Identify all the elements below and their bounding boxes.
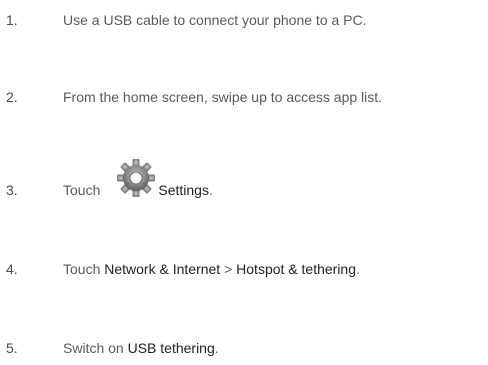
path-separator: > xyxy=(224,261,233,277)
step-text: Touch Network & Internet > Hotspot & tet… xyxy=(63,261,360,277)
step-4: 4. Touch Network & Internet > Hotspot & … xyxy=(0,259,488,279)
step-text: Switch on USB tethering. xyxy=(63,340,219,356)
usb-tethering-label: USB tethering xyxy=(127,340,215,356)
step-text: Touch Settings . xyxy=(63,159,213,210)
step-number: 5. xyxy=(6,340,18,356)
step-suffix: . xyxy=(356,261,360,277)
settings-label: Settings xyxy=(158,182,209,198)
step-prefix: Touch xyxy=(63,261,101,277)
step-suffix: . xyxy=(214,340,219,356)
hotspot-tethering-label: Hotspot & tethering xyxy=(236,261,357,277)
settings-gear-icon xyxy=(116,158,156,198)
step-number: 2. xyxy=(6,89,18,105)
step-suffix: . xyxy=(208,182,213,198)
step-prefix: Switch on xyxy=(63,340,124,356)
step-5: 5. Switch on USB tethering. xyxy=(0,338,488,358)
step-number: 1. xyxy=(6,12,18,28)
step-text: From the home screen, swipe up to access… xyxy=(63,89,383,105)
step-2: 2. From the home screen, swipe up to acc… xyxy=(0,87,488,107)
step-number: 3. xyxy=(6,182,18,198)
step-number: 4. xyxy=(6,261,18,277)
step-text: Use a USB cable to connect your phone to… xyxy=(63,12,367,28)
network-internet-label: Network & Internet xyxy=(104,261,221,277)
step-1: 1. Use a USB cable to connect your phone… xyxy=(0,10,488,30)
step-3: 3. Touch Settings . xyxy=(0,159,488,200)
step-prefix: Touch xyxy=(63,182,101,198)
